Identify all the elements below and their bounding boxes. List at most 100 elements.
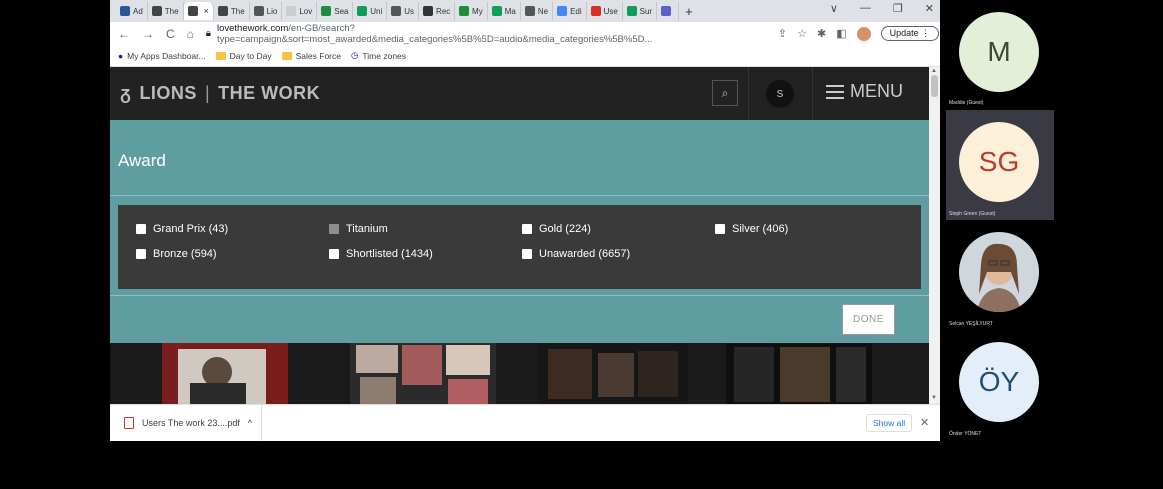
award-checkbox-option[interactable]: Unawarded (6657)	[522, 248, 630, 260]
bookmark-item[interactable]: Day to Day	[215, 50, 272, 61]
browser-tab[interactable]: Lov	[282, 2, 318, 20]
browser-tab[interactable]: Ad	[116, 2, 148, 20]
forward-icon[interactable]: →	[142, 27, 154, 41]
award-checkbox-option[interactable]: Gold (224)	[522, 223, 591, 235]
divider	[110, 195, 929, 196]
scroll-up-icon[interactable]: ▲	[931, 68, 937, 74]
drive-icon	[321, 6, 332, 16]
participant-name: Önder YÖNET	[949, 431, 982, 437]
checkbox[interactable]	[136, 224, 146, 234]
lions-icon	[217, 6, 228, 16]
bookmark-label: Day to Day	[229, 50, 272, 61]
close-icon[interactable]: ✕	[925, 2, 934, 15]
lions-logo[interactable]: ᵹ LIONS | THE WORK	[120, 83, 320, 104]
award-checkbox-option[interactable]: Silver (406)	[715, 223, 788, 235]
participant-tile[interactable]: M Maddie (Guest)	[946, 0, 1054, 110]
tab-search-icon[interactable]: ∨	[830, 2, 838, 15]
search-button[interactable]: ⌕	[712, 80, 738, 106]
sidepanel-icon[interactable]: ◧	[836, 27, 846, 40]
checkbox-label: Unawarded (6657)	[539, 248, 631, 260]
checkbox[interactable]	[522, 249, 532, 259]
checkbox-label: Shortlisted (1434)	[346, 248, 433, 260]
browser-tab[interactable]: Lio	[250, 2, 283, 20]
tab-label: Ma	[504, 6, 516, 16]
close-icon[interactable]: ✕	[920, 416, 929, 429]
logo-text: LIONS	[139, 83, 197, 103]
user-avatar[interactable]: S	[766, 80, 794, 108]
checkbox[interactable]	[329, 249, 339, 259]
back-icon[interactable]: ←	[118, 27, 130, 41]
result-thumbnail[interactable]	[538, 343, 688, 404]
restore-icon[interactable]: ❐	[893, 2, 903, 15]
participant-tile[interactable]: ÖY Önder YÖNET	[946, 330, 1054, 440]
scroll-thumb[interactable]	[931, 75, 938, 97]
browser-tab[interactable]: ×	[183, 2, 214, 20]
bookmark-label: Time zones	[362, 50, 407, 61]
download-item[interactable]: Users The work 23....pdf ^	[110, 404, 262, 441]
participant-photo	[959, 232, 1039, 312]
award-checkbox-option[interactable]: Grand Prix (43)	[136, 223, 228, 235]
result-thumbnail[interactable]	[726, 343, 872, 404]
browser-tab[interactable]: My	[455, 2, 488, 20]
minimize-icon[interactable]: —	[860, 2, 871, 15]
browser-tab[interactable]: Sur	[623, 2, 658, 20]
browser-tab[interactable]: Edi	[553, 2, 587, 20]
checkbox-label: Gold (224)	[539, 223, 591, 235]
browser-tab[interactable]: Ma	[488, 2, 521, 20]
participant-tile[interactable]: SG Steph Green (Guest)	[946, 110, 1054, 220]
chevron-up-icon[interactable]: ^	[248, 418, 252, 428]
participant-avatar: ÖY	[959, 342, 1039, 422]
bookmark-item[interactable]: ● My Apps Dashboar...	[118, 51, 206, 61]
home-icon[interactable]: ⌂	[187, 27, 194, 41]
share-icon[interactable]: ⇪	[778, 27, 787, 40]
done-button[interactable]: DONE	[842, 304, 895, 335]
lion-icon: ᵹ	[120, 83, 132, 103]
tab-label: The	[164, 6, 179, 16]
bookmarks-bar: ● My Apps Dashboar... Day to Day Sales Forc…	[110, 45, 940, 67]
page-scrollbar[interactable]: ▲ ▼	[929, 67, 940, 404]
result-thumbnail[interactable]	[162, 343, 288, 404]
bookmark-item[interactable]: ◷ Time zones	[351, 50, 406, 61]
award-checkbox-option[interactable]: Shortlisted (1434)	[329, 248, 433, 260]
award-checkbox-option[interactable]: Bronze (594)	[136, 248, 217, 260]
update-button[interactable]: Update ⋮	[880, 26, 940, 41]
update-label: Update	[889, 28, 919, 38]
address-bar[interactable]: 🔒︎ lovethework.com/en-GB/search?type=cam…	[206, 22, 766, 45]
award-checkbox-panel: Grand Prix (43) Titanium Gold (224) Silver …	[118, 205, 921, 289]
scroll-down-icon[interactable]: ▼	[931, 395, 937, 401]
lions-icon	[187, 6, 198, 16]
tab-label: Lov	[299, 6, 313, 16]
browser-tab[interactable]: Use	[587, 2, 623, 20]
pdf-icon	[124, 417, 134, 429]
drive-icon	[459, 6, 470, 16]
checkbox[interactable]	[522, 224, 532, 234]
result-thumbnail[interactable]	[350, 343, 496, 404]
extensions-icon[interactable]: ✱	[817, 27, 826, 40]
participant-tile[interactable]: Selcan YEŞİLYURT	[946, 220, 1054, 330]
browser-tab[interactable]: Uni	[353, 2, 388, 20]
new-tab-button[interactable]: +	[685, 4, 693, 19]
browser-tab[interactable]: Rec	[419, 2, 456, 20]
hamburger-icon	[826, 84, 844, 99]
bookmark-item[interactable]: Sales Force	[281, 50, 341, 61]
browser-tab[interactable]: The	[214, 2, 250, 20]
tab-label: Ad	[133, 6, 143, 16]
award-checkbox-option: Titanium	[329, 223, 388, 235]
menu-button[interactable]: MENU	[826, 81, 903, 102]
profile-avatar[interactable]	[856, 26, 871, 41]
participant-name: Maddie (Guest)	[949, 100, 984, 106]
checkbox[interactable]	[136, 249, 146, 259]
checkbox[interactable]	[715, 224, 725, 234]
search-icon: ⌕	[721, 85, 729, 100]
url-host: lovethework.com	[216, 22, 289, 34]
close-icon[interactable]: ×	[204, 6, 209, 16]
reload-icon[interactable]: C	[166, 27, 175, 41]
show-all-button[interactable]: Show all	[866, 414, 913, 432]
browser-tab[interactable]: Us	[387, 2, 420, 20]
bookmark-label: Sales Force	[295, 50, 341, 61]
browser-tab[interactable]: The	[148, 2, 184, 20]
browser-tab[interactable]	[657, 2, 680, 20]
bookmark-star-icon[interactable]: ☆	[797, 27, 807, 40]
browser-tab[interactable]: Ne	[521, 2, 554, 20]
browser-tab[interactable]: Sea	[317, 2, 354, 20]
